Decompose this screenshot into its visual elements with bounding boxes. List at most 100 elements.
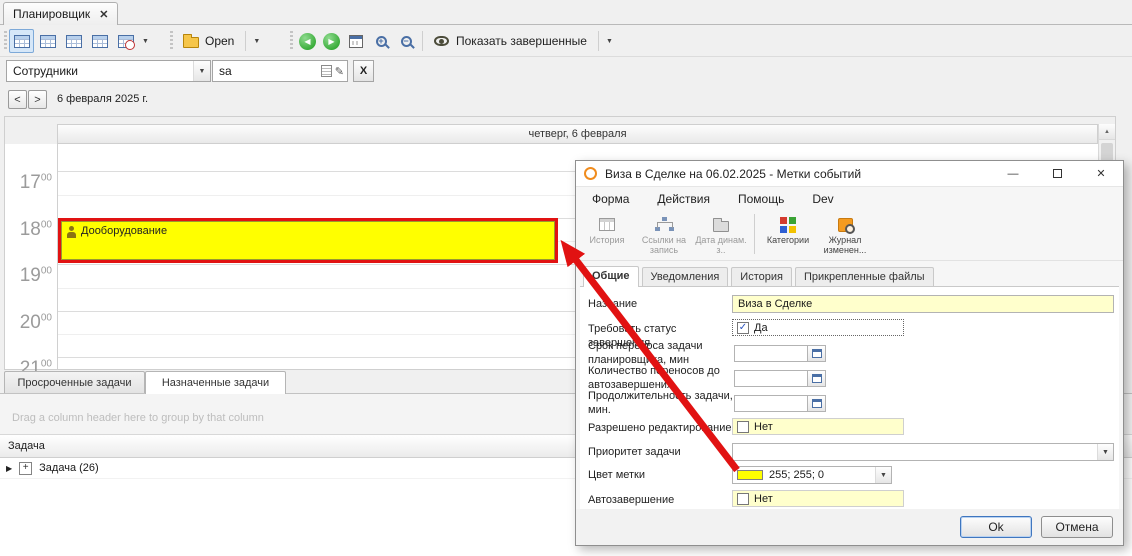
history-button[interactable]: История bbox=[580, 214, 634, 245]
autocomplete-value: Нет bbox=[754, 493, 773, 505]
categories-button[interactable]: Категории bbox=[761, 214, 815, 245]
edit-allowed-checkbox[interactable] bbox=[737, 421, 749, 433]
menu-help[interactable]: Помощь bbox=[738, 192, 784, 206]
open-group: Open ▼ bbox=[176, 28, 263, 54]
autocomplete-label: Автозавершение bbox=[588, 493, 736, 507]
day-column-header[interactable]: четверг, 6 февраля bbox=[57, 124, 1098, 144]
timeline-view-button[interactable] bbox=[113, 29, 138, 53]
row-indicator-icon: ▶ bbox=[6, 464, 12, 473]
minimize-icon[interactable]: — bbox=[995, 161, 1031, 186]
right-arrow-icon: ▶ bbox=[328, 37, 334, 46]
toolbar-grip[interactable] bbox=[170, 31, 173, 50]
transfer-count-input[interactable] bbox=[734, 370, 808, 387]
day-view-button[interactable] bbox=[9, 29, 34, 53]
name-field-label: Название bbox=[588, 297, 736, 311]
memo-icon[interactable] bbox=[321, 65, 332, 77]
task-group-label: Задача (26) bbox=[39, 462, 99, 474]
work-week-view-button[interactable] bbox=[35, 29, 60, 53]
toolbar-grip[interactable] bbox=[290, 31, 293, 50]
clear-filter-button[interactable]: X bbox=[353, 60, 374, 82]
go-forward-button[interactable]: ▶ bbox=[323, 33, 340, 50]
dialog-titlebar[interactable]: Виза в Сделке на 06.02.2025 - Метки собы… bbox=[576, 161, 1123, 187]
require-status-field[interactable]: ✓ Да bbox=[732, 319, 904, 336]
cancel-button[interactable]: Отмена bbox=[1041, 516, 1113, 538]
maximize-icon[interactable] bbox=[1039, 161, 1075, 186]
transfer-count-calendar-button[interactable] bbox=[808, 370, 826, 387]
categories-icon bbox=[780, 217, 796, 233]
dialog-tabstrip: Общие Уведомления История Прикрепленные … bbox=[580, 265, 1119, 287]
employees-combobox[interactable]: Сотрудники ▼ bbox=[6, 60, 211, 82]
ok-button[interactable]: Ok bbox=[960, 516, 1032, 538]
color-combobox[interactable]: 255; 255; 0 ▼ bbox=[732, 466, 892, 484]
tab-attached-files[interactable]: Прикрепленные файлы bbox=[795, 267, 934, 286]
dialog-menubar: Форма Действия Помощь Dev bbox=[576, 187, 1123, 211]
hour-label: 1700 bbox=[5, 173, 52, 192]
tab-general[interactable]: Общие bbox=[583, 266, 639, 287]
calendar-icon bbox=[812, 399, 822, 408]
show-completed-dropdown[interactable]: ▼ bbox=[603, 29, 616, 53]
postpone-calendar-button[interactable] bbox=[808, 345, 826, 362]
chevron-down-icon[interactable]: ▼ bbox=[875, 467, 891, 483]
dynamic-date-button[interactable]: Дата динам. з.. bbox=[694, 214, 748, 256]
zoom-in-icon: + bbox=[376, 36, 387, 47]
week-view-icon bbox=[66, 35, 82, 48]
pencil-icon[interactable]: ✎ bbox=[335, 65, 344, 78]
menu-form[interactable]: Форма bbox=[592, 192, 629, 206]
change-log-button[interactable]: Журнал изменен... bbox=[818, 214, 872, 256]
go-back-button[interactable]: ◀ bbox=[299, 33, 316, 50]
scheduler-corner bbox=[5, 124, 57, 144]
calendar-event[interactable]: Дооборудование bbox=[58, 218, 558, 263]
priority-combobox[interactable]: ▼ bbox=[732, 443, 1114, 461]
expand-plus-icon[interactable]: + bbox=[19, 462, 32, 475]
tab-assigned-tasks[interactable]: Назначенные задачи bbox=[145, 371, 286, 394]
record-links-icon bbox=[655, 217, 674, 232]
next-day-button[interactable]: > bbox=[28, 90, 47, 109]
tab-planner[interactable]: Планировщик ✕ bbox=[3, 2, 118, 25]
week-view-button[interactable] bbox=[61, 29, 86, 53]
show-completed-button[interactable]: Показать завершенные bbox=[427, 29, 594, 53]
view-buttons-group: ▼ bbox=[9, 28, 152, 54]
zoom-in-button[interactable]: + bbox=[369, 29, 393, 53]
calendar-icon bbox=[812, 349, 822, 358]
require-status-checkbox[interactable]: ✓ bbox=[737, 322, 749, 334]
chevron-down-icon: ▼ bbox=[142, 38, 149, 45]
color-value: 255; 255; 0 bbox=[763, 469, 824, 481]
hour-label: 1900 bbox=[5, 266, 52, 285]
duration-calendar-button[interactable] bbox=[808, 395, 826, 412]
open-button-label: Open bbox=[205, 34, 234, 48]
chevron-down-icon[interactable]: ▼ bbox=[193, 61, 210, 81]
prev-day-button[interactable]: < bbox=[8, 90, 27, 109]
toolbar-grip[interactable] bbox=[4, 31, 7, 50]
postpone-input[interactable] bbox=[734, 345, 808, 362]
tab-assigned-label: Назначенные задачи bbox=[162, 377, 269, 389]
duration-input[interactable] bbox=[734, 395, 808, 412]
tab-notifications[interactable]: Уведомления bbox=[642, 267, 729, 286]
separator bbox=[422, 31, 423, 51]
tab-overdue-tasks[interactable]: Просроченные задачи bbox=[4, 371, 145, 393]
tab-close-icon[interactable]: ✕ bbox=[99, 8, 108, 21]
autocomplete-checkbox[interactable] bbox=[737, 493, 749, 505]
dialog-title: Виза в Сделке на 06.02.2025 - Метки собы… bbox=[605, 167, 987, 181]
categories-label: Категории bbox=[767, 235, 809, 245]
open-dropdown-button[interactable]: ▼ bbox=[250, 29, 263, 53]
edit-allowed-field[interactable]: Нет bbox=[732, 418, 904, 435]
close-icon[interactable]: ✕ bbox=[1083, 161, 1119, 186]
calendar-icon bbox=[349, 35, 363, 48]
require-status-value: Да bbox=[754, 322, 768, 334]
month-view-button[interactable] bbox=[87, 29, 112, 53]
tab-history[interactable]: История bbox=[731, 267, 792, 286]
search-input[interactable]: sa ✎ bbox=[212, 60, 348, 82]
name-input[interactable]: Виза в Сделке bbox=[732, 295, 1114, 313]
scroll-up-icon[interactable]: ▲ bbox=[1099, 124, 1115, 140]
menu-dev[interactable]: Dev bbox=[812, 192, 833, 206]
autocomplete-field[interactable]: Нет bbox=[732, 490, 904, 507]
column-header-label: Задача bbox=[8, 440, 45, 452]
record-links-button[interactable]: Ссылки на запись bbox=[637, 214, 691, 256]
open-button[interactable]: Open bbox=[176, 29, 241, 53]
menu-actions[interactable]: Действия bbox=[657, 192, 710, 206]
event-label-dialog: Виза в Сделке на 06.02.2025 - Метки собы… bbox=[575, 160, 1124, 546]
goto-date-button[interactable] bbox=[344, 29, 368, 53]
zoom-out-button[interactable]: − bbox=[394, 29, 418, 53]
view-dropdown-button[interactable]: ▼ bbox=[139, 29, 152, 53]
chevron-down-icon[interactable]: ▼ bbox=[1097, 444, 1113, 460]
